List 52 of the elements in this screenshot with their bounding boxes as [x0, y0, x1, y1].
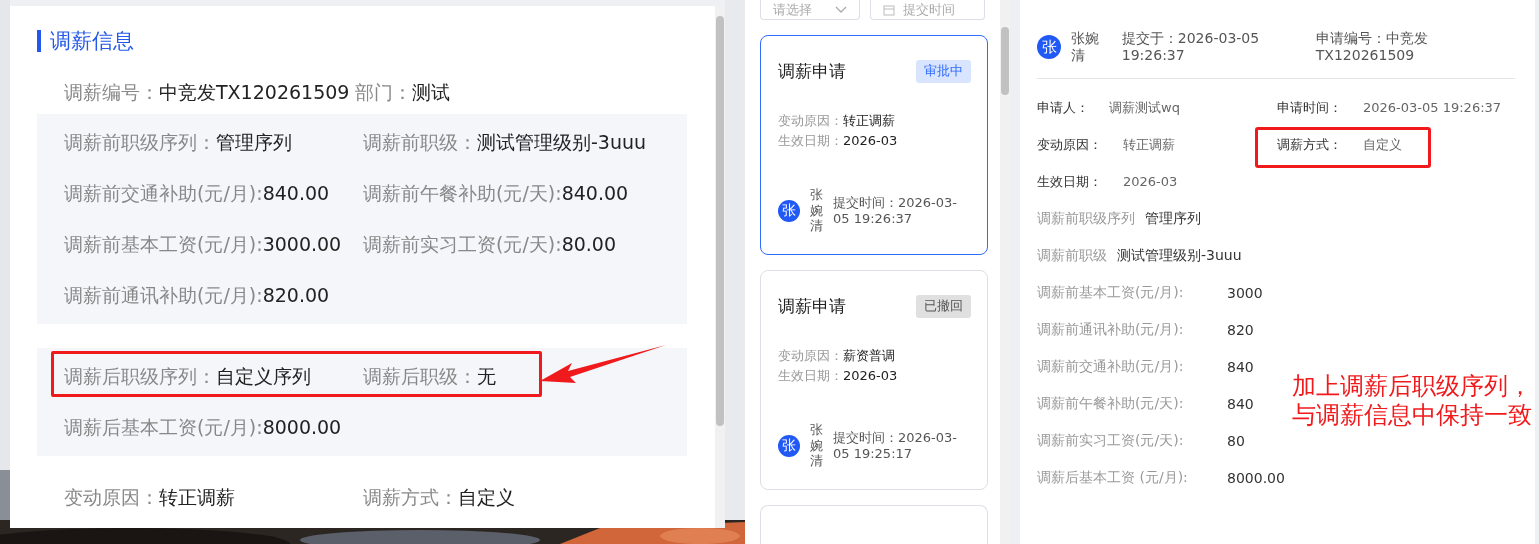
applicant-name: 张婉清 — [810, 187, 823, 234]
card-field: 生效日期：2026-03 — [778, 366, 971, 386]
scrollbar[interactable] — [715, 6, 725, 528]
info-field: 调薪前职级序列：管理序列 — [64, 129, 292, 156]
annotation-note: 加上调薪后职级序列，与调薪信息中保持一致 — [1292, 372, 1533, 431]
avatar: 张 — [778, 434, 800, 457]
request-number: 申请编号：中竞发TX120261509 — [1315, 30, 1429, 64]
info-field: 调薪前交通补助(元/月):840.00 — [64, 180, 330, 207]
info-field: 调薪后基本工资(元/月):8000.00 — [64, 414, 342, 441]
card-field: 变动原因：转正调薪 — [778, 111, 971, 131]
card-title: 调薪申请 — [778, 60, 846, 83]
info-field: 调薪编号：中竞发TX120261509 — [64, 80, 350, 106]
detail-field: 调薪前职级 测试管理级别-3uuu — [1037, 237, 1242, 274]
info-field: 调薪后职级：无 — [363, 363, 496, 390]
submit-time: 提交于：2026-03-05 19:26:37 — [1121, 30, 1261, 64]
detail-field: 调薪方式： 自定义 — [1277, 126, 1515, 163]
detail-field: 申请人： 调薪测试wq — [1037, 89, 1277, 126]
info-field: 变动原因：转正调薪 — [64, 485, 235, 511]
detail-field: 变动原因： 转正调薪 — [1037, 126, 1277, 163]
submit-time: 提交时间：2026-03-05 19:26:37 — [833, 194, 958, 227]
info-field: 部门：测试 — [355, 80, 451, 106]
scrollbar[interactable] — [1000, 0, 1010, 544]
chevron-down-icon — [835, 5, 847, 14]
info-field: 调薪方式：自定义 — [363, 485, 515, 511]
card-field: 变动原因：薪资普调 — [778, 346, 971, 366]
avatar: 张 — [778, 199, 800, 222]
detail-field: 调薪后基本工资 (元/月): 8000.00 — [1037, 459, 1285, 496]
detail-field: 调薪前午餐补助(元/天): 840 — [1037, 385, 1254, 422]
calendar-icon — [883, 3, 895, 16]
detail-field: 申请时间： 2026-03-05 19:26:37 — [1277, 89, 1515, 126]
card-field: 生效日期：2026-03 — [778, 131, 971, 151]
detail-field: 调薪前交通补助(元/月): 840 — [1037, 348, 1254, 385]
detail-field: 调薪前基本工资(元/月): 3000 — [1037, 274, 1263, 311]
info-field: 调薪后职级序列：自定义序列 — [64, 363, 311, 390]
applicant-name: 张婉清 — [810, 422, 823, 469]
card-title: 调薪申请 — [778, 295, 846, 318]
info-field: 调薪前通讯补助(元/月):820.00 — [64, 282, 330, 309]
detail-field: 调薪前通讯补助(元/月): 820 — [1037, 311, 1254, 348]
detail-field: 调薪前职级序列 管理序列 — [1037, 200, 1201, 237]
submit-time: 提交时间：2026-03-05 19:25:17 — [833, 429, 958, 462]
section-title: 调薪信息 — [37, 30, 687, 52]
detail-field: 调薪前实习工资(元/天): 80 — [1037, 422, 1245, 459]
request-card[interactable] — [760, 505, 988, 544]
info-field: 调薪前实习工资(元/天):80.00 — [363, 231, 617, 258]
detail-field: 生效日期： 2026-03 — [1037, 163, 1277, 200]
avatar: 张 — [1037, 35, 1061, 59]
info-field: 调薪前午餐补助(元/天):840.00 — [363, 180, 629, 207]
applicant-name: 张婉清 — [1071, 30, 1100, 64]
info-field: 调薪前基本工资(元/月):3000.00 — [64, 231, 342, 258]
info-field: 调薪前职级：测试管理级别-3uuu — [363, 129, 647, 156]
status-badge: 审批中 — [916, 60, 971, 83]
status-badge: 已撤回 — [916, 295, 971, 318]
